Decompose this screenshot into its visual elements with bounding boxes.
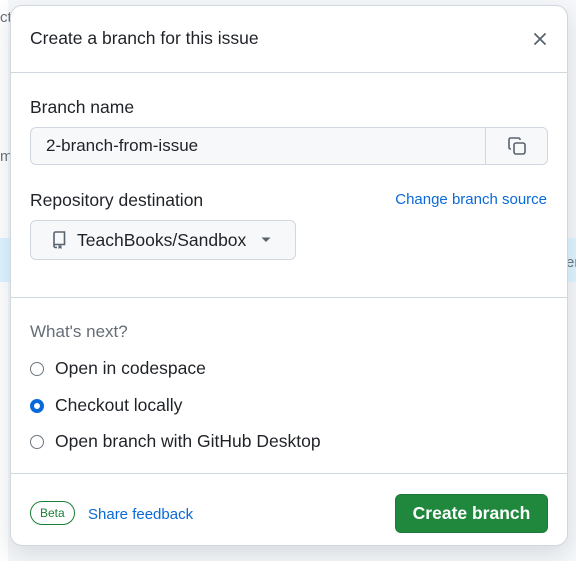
whats-next-label: What's next? — [30, 322, 128, 341]
radio-checkout-locally[interactable] — [30, 398, 44, 413]
option-open-in-codespace[interactable]: Open in codespace — [30, 358, 206, 379]
selected-repository: TeachBooks/Sandbox — [77, 229, 247, 250]
option-label: Checkout locally — [55, 395, 183, 415]
beta-badge: Beta — [30, 501, 75, 525]
repository-destination-label: Repository destination — [30, 190, 204, 210]
repository-select-button[interactable]: TeachBooks/Sandbox — [30, 220, 296, 260]
branch-name-field-group — [30, 127, 548, 165]
close-button[interactable] — [525, 24, 555, 54]
copy-icon — [507, 136, 527, 156]
close-icon — [532, 31, 548, 47]
triangle-down-icon — [260, 236, 272, 244]
share-feedback-link[interactable]: Share feedback — [88, 506, 193, 523]
option-label: Open branch with GitHub Desktop — [55, 431, 321, 451]
dialog-header: Create a branch for this issue — [11, 6, 567, 73]
dialog-footer: Beta Share feedback Create branch — [11, 473, 567, 545]
section-divider — [11, 297, 567, 298]
radio-open-github-desktop[interactable] — [30, 434, 44, 449]
branch-name-input[interactable] — [31, 128, 487, 164]
option-open-github-desktop[interactable]: Open branch with GitHub Desktop — [30, 431, 321, 452]
branch-name-label: Branch name — [30, 97, 135, 117]
option-label: Open in codespace — [55, 358, 206, 378]
create-branch-dialog: Create a branch for this issue Branch na… — [10, 5, 568, 546]
copy-button[interactable] — [485, 128, 547, 164]
radio-open-in-codespace[interactable] — [30, 361, 44, 376]
change-branch-source-link[interactable]: Change branch source — [395, 191, 547, 208]
option-checkout-locally[interactable]: Checkout locally — [30, 395, 182, 416]
repo-icon — [51, 231, 67, 249]
create-branch-button[interactable]: Create branch — [395, 494, 548, 533]
dialog-title: Create a branch for this issue — [30, 28, 259, 48]
